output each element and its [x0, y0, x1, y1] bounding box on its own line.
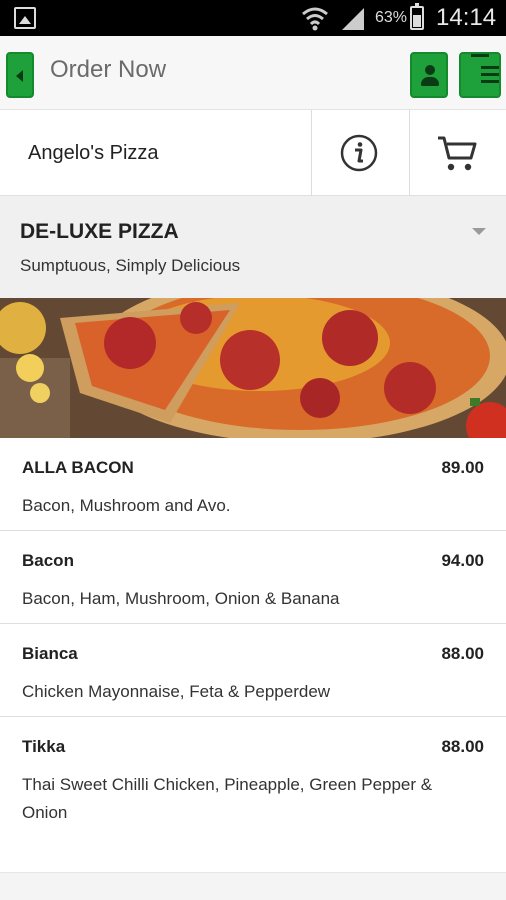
menu-icon: [471, 54, 499, 83]
menu-button[interactable]: [459, 52, 501, 98]
menu-item-description: Bacon, Mushroom and Avo.: [22, 496, 231, 515]
divider: [409, 110, 410, 196]
account-button[interactable]: [410, 52, 448, 98]
action-bar: Order Now: [0, 36, 506, 110]
category-banner-image: [0, 298, 506, 438]
shop-name: Angelo's Pizza: [28, 142, 159, 164]
wifi-icon: [302, 7, 328, 31]
menu-item-name: ALLA BACON: [22, 458, 134, 477]
gallery-icon: [14, 7, 36, 29]
status-time: 14:14: [436, 4, 497, 31]
battery-percent: 63%: [375, 9, 408, 26]
category-subtitle: Sumptuous, Simply Delicious: [20, 256, 241, 275]
menu-item-name: Bacon: [22, 551, 74, 570]
menu-item-price: 94.00: [441, 551, 484, 570]
shop-header: Angelo's Pizza: [0, 110, 506, 196]
category-header[interactable]: DE-LUXE PIZZA Sumptuous, Simply Deliciou…: [0, 196, 506, 298]
signal-icon: [342, 8, 364, 30]
menu-item-description: Chicken Mayonnaise, Feta & Pepperdew: [22, 682, 331, 701]
category-title: DE-LUXE PIZZA: [20, 220, 179, 243]
page-title: Order Now: [50, 56, 167, 83]
info-icon[interactable]: [340, 134, 378, 172]
menu-item-description: Thai Sweet Chilli Chicken, Pineapple, Gr…: [22, 775, 433, 822]
divider: [311, 110, 312, 196]
list-footer: [0, 872, 506, 900]
menu-item-name: Tikka: [22, 737, 66, 756]
menu-item-price: 88.00: [441, 737, 484, 756]
menu-item-price: 89.00: [441, 458, 484, 477]
status-bar: 63% 14:14: [0, 0, 506, 36]
menu-item[interactable]: Bacon 94.00 Bacon, Ham, Mushroom, Onion …: [0, 531, 506, 624]
back-button[interactable]: [6, 52, 34, 98]
dropdown-caret-icon[interactable]: [472, 228, 486, 235]
menu-item-description: Bacon, Ham, Mushroom, Onion & Banana: [22, 589, 340, 608]
menu-item[interactable]: Tikka 88.00 Thai Sweet Chilli Chicken, P…: [0, 717, 506, 872]
battery-icon: [410, 3, 424, 30]
menu-item-price: 88.00: [441, 644, 484, 663]
menu-item[interactable]: ALLA BACON 89.00 Bacon, Mushroom and Avo…: [0, 438, 506, 531]
cart-icon[interactable]: [436, 134, 478, 174]
menu-item-name: Bianca: [22, 644, 78, 663]
menu-item[interactable]: Bianca 88.00 Chicken Mayonnaise, Feta & …: [0, 624, 506, 717]
